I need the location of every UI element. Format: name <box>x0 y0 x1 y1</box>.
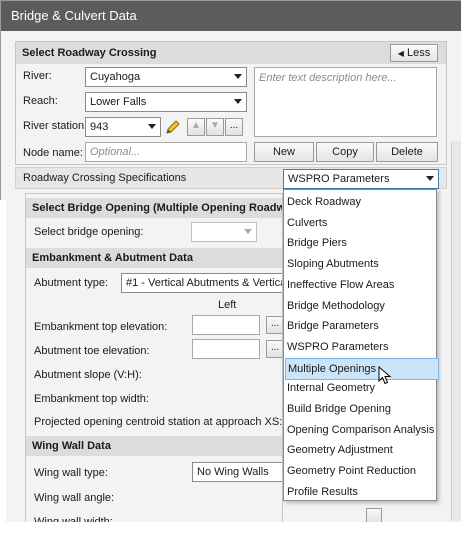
abutment-toe-elev-input[interactable] <box>192 339 260 359</box>
torn-edge-bottom <box>0 522 474 538</box>
dropdown-item[interactable]: Bridge Parameters <box>285 316 437 336</box>
dropdown-item[interactable]: Internal Geometry <box>285 378 437 398</box>
wingwall-header: Wing Wall Data <box>26 436 282 456</box>
right-edge-strip <box>451 141 461 521</box>
node-label: Node name: <box>23 147 83 159</box>
window-title: Bridge & Culvert Data <box>1 1 461 31</box>
embankment-top-elev-label: Embankment top elevation: <box>34 321 168 333</box>
opening-select[interactable] <box>191 222 257 242</box>
abutment-type-label: Abutment type: <box>34 277 108 289</box>
left-arrow-icon: ◀ <box>397 49 404 58</box>
dropdown-item[interactable]: Bridge Methodology <box>285 296 437 316</box>
dropdown-item[interactable]: Culverts <box>285 213 437 233</box>
station-select[interactable]: 943 <box>85 117 161 137</box>
description-textarea[interactable]: Enter text description here... <box>254 67 437 137</box>
wingwall-type-value: No Wing Walls <box>197 466 269 478</box>
node-name-input[interactable]: Optional... <box>85 142 247 162</box>
river-value: Cuyahoga <box>90 71 141 83</box>
station-browse-button[interactable]: ... <box>225 118 243 136</box>
dropdown-item[interactable]: Build Bridge Opening <box>285 399 437 419</box>
centroid-station-label: Projected opening centroid station at ap… <box>34 416 283 428</box>
specs-label: Roadway Crossing Specifications <box>23 172 187 184</box>
chevron-down-icon <box>148 124 156 129</box>
specs-dropdown-list: Deck Roadway Culverts Bridge Piers Sloping … <box>283 189 439 502</box>
chevron-down-icon <box>234 74 242 79</box>
copy-button[interactable]: Copy <box>316 142 374 162</box>
mouse-cursor-icon <box>378 365 392 386</box>
dropdown-item[interactable]: Geometry Adjustment <box>285 440 437 460</box>
abutment-toe-elev-browse[interactable]: ... <box>266 340 282 358</box>
new-button[interactable]: New <box>254 142 314 162</box>
dropdown-item[interactable]: Ineffective Flow Areas <box>285 275 437 295</box>
station-label: River station: <box>23 120 88 132</box>
dropdown-item[interactable]: Profile Results <box>285 482 437 502</box>
dropdown-item[interactable]: Deck Roadway <box>285 192 437 212</box>
abutment-type-select[interactable]: #1 - Vertical Abutments & Vertical Em <box>121 273 282 293</box>
chevron-down-icon <box>234 99 242 104</box>
station-up-button[interactable]: ▲ <box>187 118 205 136</box>
delete-button[interactable]: Delete <box>376 142 438 162</box>
crossing-header: Select Roadway Crossing <box>16 42 446 64</box>
embankment-top-width-label: Embankment top width: <box>34 393 149 405</box>
reach-label: Reach: <box>23 95 58 107</box>
opening-header: Select Bridge Opening (Multiple Opening … <box>26 198 282 218</box>
station-value: 943 <box>90 121 109 133</box>
dropdown-item[interactable]: Geometry Point Reduction <box>285 461 437 481</box>
embankment-top-elev-input[interactable] <box>192 315 260 335</box>
reach-value: Lower Falls <box>90 96 147 108</box>
dropdown-item[interactable]: WSPRO Parameters <box>285 337 437 357</box>
torn-edge-right <box>461 0 474 538</box>
abutment-slope-label: Abutment slope (V:H): <box>34 369 142 381</box>
less-button[interactable]: ◀ Less <box>390 44 438 62</box>
pencil-icon[interactable] <box>164 117 182 137</box>
station-down-button[interactable]: ▼ <box>206 118 224 136</box>
chevron-down-icon <box>426 176 434 181</box>
abutment-toe-elev-label: Abutment toe elevation: <box>34 345 150 357</box>
specs-select[interactable]: WSPRO Parameters <box>283 169 439 189</box>
torn-edge-left <box>0 200 6 538</box>
river-label: River: <box>23 70 52 82</box>
node-placeholder: Optional... <box>90 146 141 158</box>
river-select[interactable]: Cuyahoga <box>85 67 247 87</box>
chevron-down-icon <box>244 229 252 234</box>
specs-panel: Select Bridge Opening (Multiple Opening … <box>25 193 283 527</box>
dropdown-item[interactable]: Bridge Piers <box>285 233 437 253</box>
wingwall-angle-label: Wing wall angle: <box>34 492 115 504</box>
opening-label: Select bridge opening: <box>34 226 144 238</box>
dropdown-item[interactable]: Multiple Openings <box>285 357 439 380</box>
dropdown-item[interactable]: Opening Comparison Analysis <box>285 420 437 440</box>
wingwall-type-label: Wing wall type: <box>34 467 108 479</box>
embankment-top-elev-browse[interactable]: ... <box>266 316 282 334</box>
less-label: Less <box>406 47 431 59</box>
abutment-type-value: #1 - Vertical Abutments & Vertical Em <box>126 277 282 289</box>
specs-value: WSPRO Parameters <box>288 173 390 185</box>
embankment-header: Embankment & Abutment Data <box>26 248 282 268</box>
description-placeholder: Enter text description here... <box>259 72 397 84</box>
left-column-header: Left <box>218 299 237 311</box>
dropdown-item[interactable]: Sloping Abutments <box>285 254 437 274</box>
reach-select[interactable]: Lower Falls <box>85 92 247 112</box>
wingwall-type-select[interactable]: No Wing Walls <box>192 462 282 482</box>
